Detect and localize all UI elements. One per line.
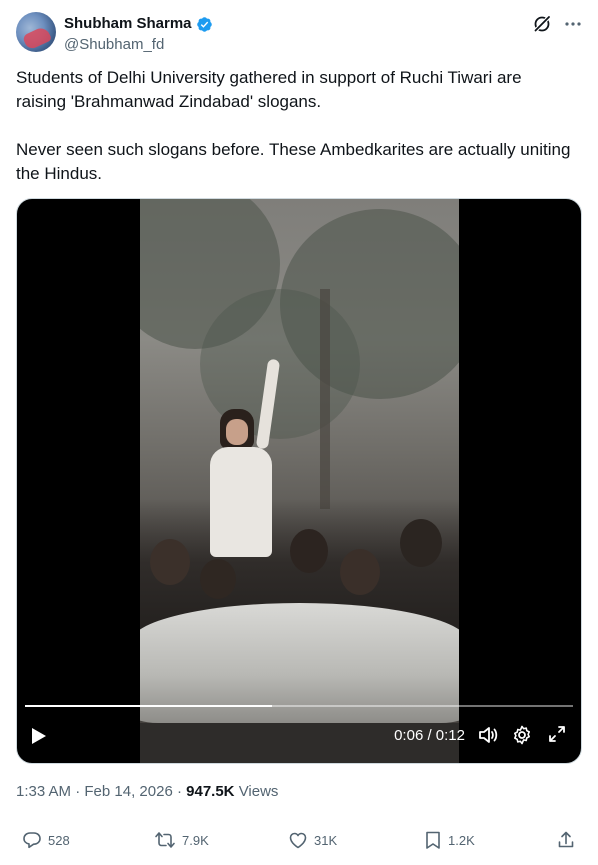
tweet-time[interactable]: 1:33 AM [16,783,71,800]
author-name-row: Shubham Sharma [64,14,213,34]
more-icon[interactable] [564,15,582,33]
meta-separator: · [176,783,187,800]
views-count: 947.5K [186,783,235,800]
video-player[interactable]: 0:06 / 0:12 [16,198,582,764]
top-icons [532,14,582,34]
verified-badge-icon [196,16,212,32]
like-count: 31K [314,832,338,848]
author-block: Shubham Sharma @Shubham_fd [64,14,213,55]
play-icon[interactable] [31,727,47,745]
avatar[interactable] [16,12,56,52]
repost-button[interactable]: 7.9K [154,830,209,850]
settings-icon[interactable] [511,724,533,746]
reply-icon [23,832,41,849]
share-icon [558,831,574,848]
video-time: 0:06 / 0:12 [394,727,465,744]
meta-separator: · [75,783,85,800]
reply-count: 528 [48,832,70,848]
video-controls: 0:06 / 0:12 [17,693,581,763]
volume-icon[interactable] [477,724,499,746]
tweet-header: Shubham Sharma @Shubham_fd [16,12,582,56]
tweet-paragraph-2: Never seen such slogans before. These Am… [16,140,571,183]
tweet-meta: 1:33 AM · Feb 14, 2026 · 947.5K Views [16,782,278,802]
tweet-paragraph-1: Students of Delhi University gathered in… [16,68,522,111]
tweet-text: Students of Delhi University gathered in… [16,66,576,186]
repost-count: 7.9K [182,832,209,848]
views-label: Views [238,783,279,800]
bookmark-count: 1.2K [448,832,475,848]
bookmark-icon [426,831,440,849]
video-progress-fill [25,705,272,707]
author-name[interactable]: Shubham Sharma [64,14,192,34]
action-bar: 528 7.9K 31K 1.2K [16,830,582,858]
tweet-date[interactable]: Feb 14, 2026 [84,783,172,800]
author-handle[interactable]: @Shubham_fd [64,35,213,55]
repost-icon [155,832,175,848]
grok-icon[interactable] [532,14,552,34]
fullscreen-icon[interactable] [547,724,567,744]
reply-button[interactable]: 528 [22,830,70,850]
bookmark-button[interactable]: 1.2K [424,830,475,850]
like-icon [289,832,307,849]
like-button[interactable]: 31K [288,830,337,850]
share-button[interactable] [556,830,576,850]
video-frame [140,199,459,763]
video-progress-bar[interactable] [25,705,573,707]
